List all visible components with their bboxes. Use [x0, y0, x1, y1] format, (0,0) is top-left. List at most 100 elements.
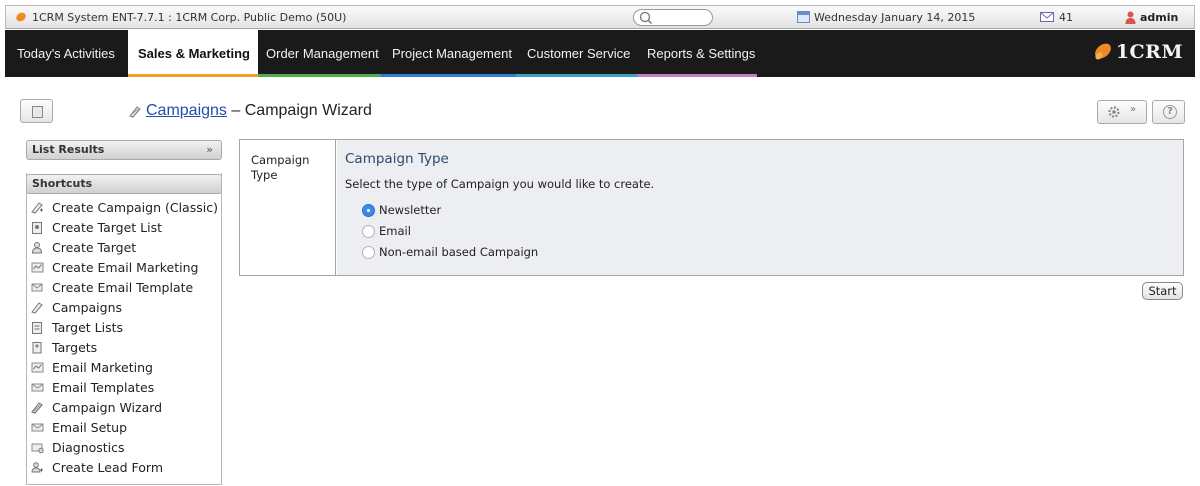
radio-label: Email [379, 224, 411, 238]
email-marketing-create-icon [31, 262, 44, 272]
sidebar-item-create-email-marketing[interactable]: Create Email Marketing [31, 257, 198, 277]
section-description: Select the type of Campaign you would li… [345, 177, 655, 191]
tab-sales-marketing[interactable]: Sales & Marketing [128, 30, 258, 77]
tab-reports-settings[interactable]: Reports & Settings [637, 30, 757, 77]
sidebar-item-diagnostics[interactable]: Diagnostics [31, 437, 125, 457]
list-results-label: List Results [32, 143, 105, 156]
mail-icon[interactable] [1040, 12, 1054, 22]
campaign-icon [129, 106, 141, 118]
sidebar-item-label: Create Target [52, 239, 137, 255]
email-marketing-icon [31, 362, 44, 372]
sidebar-item-create-target[interactable]: Create Target [31, 237, 136, 257]
campaign-type-section: Campaign Type Select the type of Campaig… [337, 140, 1183, 275]
tab-accent [637, 74, 757, 77]
main-nav: Today's Activities Sales & Marketing Ord… [5, 30, 1195, 77]
list-results-header[interactable]: List Results » [26, 140, 222, 160]
help-button[interactable]: ? [1152, 100, 1185, 124]
tab-label: Today's Activities [17, 46, 115, 61]
1crm-logo-icon [16, 12, 26, 22]
field-label-cell: Campaign Type [240, 140, 336, 275]
user-icon [1125, 11, 1136, 24]
tab-label: Order Management [266, 46, 379, 61]
tab-todays-activities[interactable]: Today's Activities [5, 30, 128, 77]
chevron-down-icon: » [206, 143, 213, 156]
sidebar-item-email-setup[interactable]: Email Setup [31, 417, 127, 437]
lead-form-create-icon [31, 461, 43, 472]
sidebar-item-campaign-wizard[interactable]: Campaign Wizard [31, 397, 162, 417]
email-template-create-icon [31, 283, 43, 291]
sidebar-item-label: Create Target List [52, 219, 163, 235]
sidebar-item-label: Email Marketing [52, 359, 153, 375]
sidebar-item-email-templates[interactable]: Email Templates [31, 377, 154, 397]
sidebar-item-target-lists[interactable]: Target Lists [31, 317, 123, 337]
radio-email[interactable]: Email [362, 224, 411, 238]
campaigns-icon [31, 301, 43, 314]
tab-label: Sales & Marketing [138, 46, 250, 61]
start-button[interactable]: Start [1142, 282, 1183, 300]
campaign-create-icon [31, 201, 43, 214]
chevron-down-icon: » [1130, 104, 1137, 115]
sidebar-item-label: Create Email Marketing [52, 259, 199, 275]
targets-icon [32, 341, 42, 353]
shortcuts-panel: Create Campaign (Classic) Create Target … [26, 173, 222, 485]
section-heading: Campaign Type [345, 151, 449, 167]
1crm-logo-icon [1094, 43, 1111, 60]
help-icon: ? [1163, 105, 1177, 119]
settings-menu-button[interactable]: » [1097, 100, 1147, 124]
sidebar-item-create-lead-form[interactable]: Create Lead Form [31, 457, 163, 477]
sidebar-item-create-campaign-classic[interactable]: Create Campaign (Classic) [31, 197, 218, 217]
field-label: Campaign Type [251, 153, 310, 182]
search-icon [639, 11, 653, 25]
tab-accent [258, 74, 381, 77]
sidebar-item-email-marketing[interactable]: Email Marketing [31, 357, 153, 377]
email-setup-icon [31, 423, 44, 431]
sidebar-item-label: Targets [52, 339, 98, 355]
sidebar-item-label: Create Email Template [52, 279, 194, 295]
radio-selected-icon [362, 203, 375, 217]
breadcrumb-separator: – [231, 102, 241, 119]
sidebar-item-label: Email Templates [52, 379, 155, 395]
radio-newsletter[interactable]: Newsletter [362, 203, 441, 217]
sidebar-item-campaigns[interactable]: Campaigns [31, 297, 122, 317]
target-lists-icon [32, 321, 42, 334]
current-date[interactable]: Wednesday January 14, 2015 [814, 11, 975, 24]
radio-label: Newsletter [379, 203, 442, 217]
sidebar-item-label: Create Campaign (Classic) [52, 199, 218, 215]
breadcrumb: Campaigns – Campaign Wizard [128, 102, 372, 120]
sidebar-item-label: Email Setup [52, 419, 128, 435]
diagnostics-icon [31, 443, 44, 453]
tab-label: Reports & Settings [647, 46, 756, 61]
system-bar: 1CRM System ENT-7.7.1 : 1CRM Corp. Publi… [5, 5, 1195, 29]
campaign-wizard-form: Campaign Type Campaign Type Select the t… [239, 139, 1184, 276]
sidebar-item-label: Campaign Wizard [52, 399, 163, 415]
breadcrumb-campaigns-link[interactable]: Campaigns [146, 102, 227, 119]
radio-icon [362, 224, 375, 238]
toggle-sidebar-button[interactable] [20, 99, 53, 123]
tab-accent [128, 74, 258, 77]
email-templates-icon [31, 383, 44, 391]
tab-label: Project Management [392, 46, 512, 61]
brand-logo[interactable]: 1CRM [1091, 41, 1183, 63]
sidebar-item-label: Campaigns [52, 299, 123, 315]
brand-name: 1CRM [1115, 41, 1183, 63]
campaign-wizard-icon [31, 401, 43, 414]
sidebar-item-create-email-template[interactable]: Create Email Template [31, 277, 193, 297]
tab-customer-service[interactable]: Customer Service [516, 30, 637, 77]
tab-label: Customer Service [527, 46, 631, 61]
tab-accent [516, 74, 637, 77]
tab-order-management[interactable]: Order Management [258, 30, 381, 77]
sidebar-item-create-target-list[interactable]: Create Target List [31, 217, 162, 237]
calendar-icon[interactable] [797, 11, 810, 23]
user-menu[interactable]: admin [1140, 11, 1178, 24]
radio-non-email-campaign[interactable]: Non-email based Campaign [362, 245, 538, 259]
mail-count[interactable]: 41 [1059, 11, 1073, 24]
radio-label: Non-email based Campaign [379, 245, 539, 259]
target-list-create-icon [32, 221, 42, 234]
global-search-input[interactable] [633, 9, 713, 26]
tab-project-management[interactable]: Project Management [381, 30, 516, 77]
system-title: 1CRM System ENT-7.7.1 : 1CRM Corp. Publi… [32, 11, 347, 24]
page-title: Campaign Wizard [244, 102, 372, 119]
sidebar-item-targets[interactable]: Targets [31, 337, 97, 357]
radio-icon [362, 245, 375, 259]
tab-accent [381, 74, 516, 77]
